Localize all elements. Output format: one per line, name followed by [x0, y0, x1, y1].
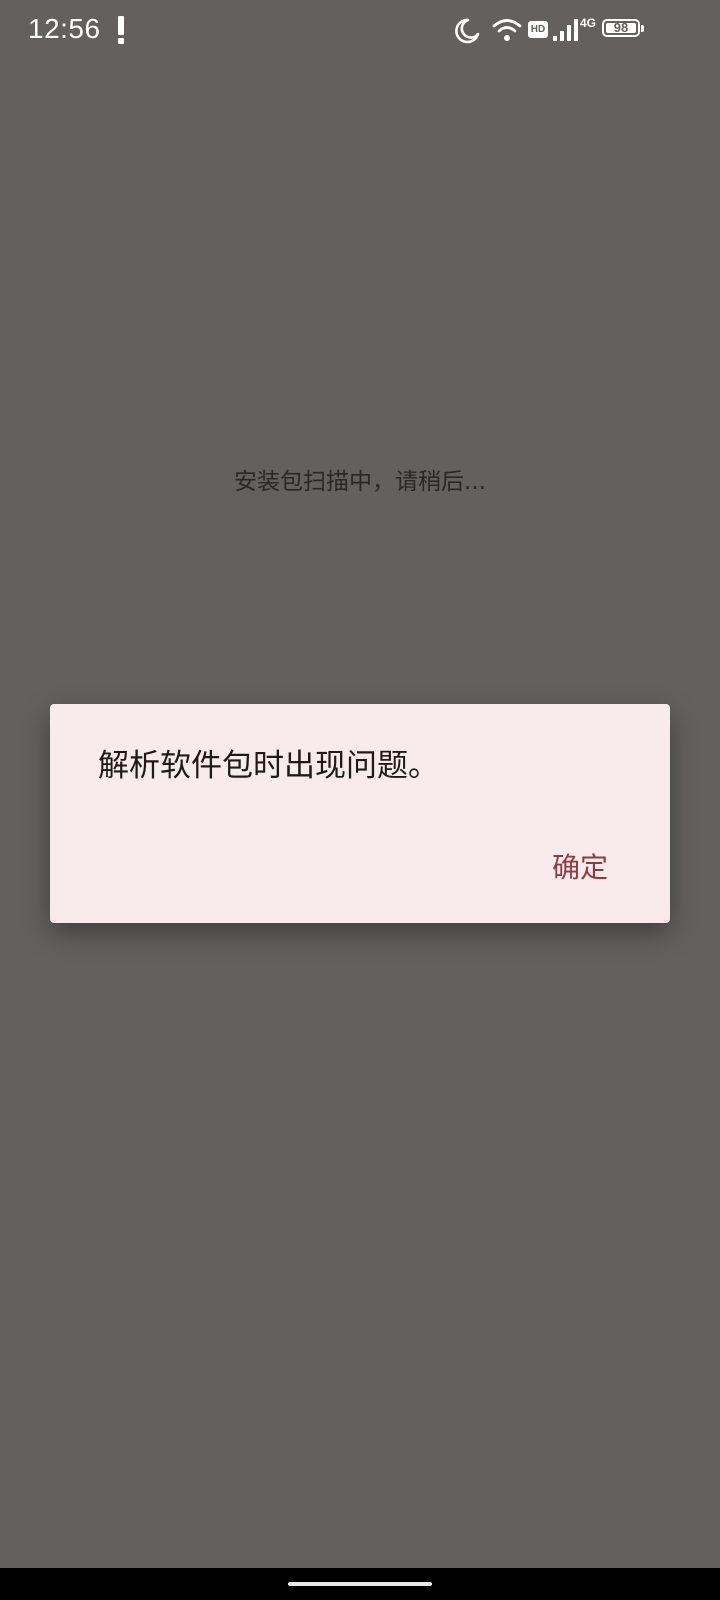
wifi-icon: [492, 19, 522, 41]
status-time: 12:56: [28, 13, 101, 44]
status-icons: HD 4G 98: [455, 16, 670, 46]
navigation-bar: [0, 1568, 720, 1600]
dnd-moon-icon: [455, 18, 480, 44]
battery-icon: 98: [602, 19, 644, 37]
error-dialog: 解析软件包时出现问题。 确定: [50, 704, 670, 923]
scan-status-message: 安装包扫描中，请稍后...: [234, 469, 486, 495]
dialog-message: 解析软件包时出现问题。: [98, 748, 439, 784]
battery-level: 98: [613, 20, 629, 35]
hd-icon: HD: [528, 21, 548, 38]
ok-button[interactable]: 确定: [548, 842, 612, 890]
status-bar: 12:56 HD 4G 98: [0, 0, 720, 62]
signal-icon: [553, 19, 578, 41]
screen: 12:56 HD 4G 98 安装包扫描中，请稍后... 解析软件包时出现问题。…: [0, 0, 720, 1600]
alert-icon: [118, 16, 124, 44]
home-gesture-handle[interactable]: [288, 1582, 432, 1586]
4g-icon: 4G: [580, 16, 597, 30]
